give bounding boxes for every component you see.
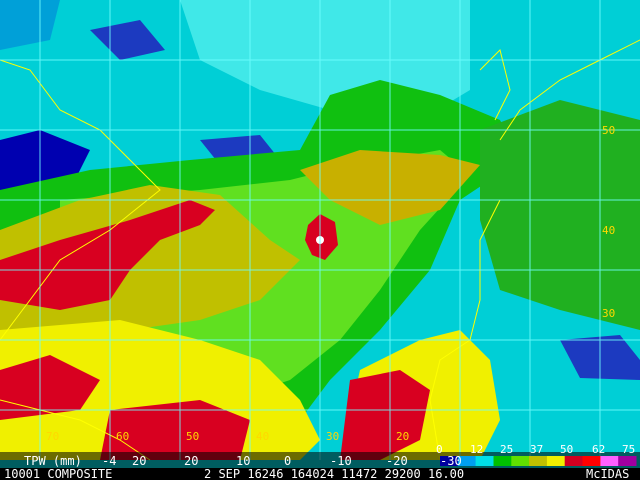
status-center: 2 SEP 16246 164024 11472 29200 16.00: [204, 467, 464, 480]
colorbar-swatch: [582, 456, 601, 466]
colorbar-swatch: [511, 456, 530, 466]
colorbar-swatch: [546, 456, 566, 466]
lon-label: 30: [326, 430, 339, 443]
colorbar-tick: 62: [592, 443, 605, 456]
lon-label: 70: [46, 430, 59, 443]
colorbar-swatch: [529, 456, 548, 466]
colorbar-tick: 75: [622, 443, 635, 456]
colorbar-text: 20: [132, 454, 146, 468]
lat-label: 40: [602, 224, 615, 237]
colorbar-swatch: [475, 456, 494, 466]
lon-label: 20: [396, 430, 409, 443]
tpw-map: 70 60 50 40 30 20 50 40 30 TPW (mm) -4 2…: [0, 0, 640, 480]
colorbar-tick: 0: [436, 443, 443, 456]
colorbar-text: 10: [236, 454, 250, 468]
colorbar-tick: 12: [470, 443, 483, 456]
lon-label: 50: [186, 430, 199, 443]
lon-label: 40: [256, 430, 269, 443]
lat-label: 50: [602, 124, 615, 137]
colorbar-title: TPW (mm): [24, 454, 82, 468]
lat-label: 30: [602, 307, 615, 320]
colorbar-text: 0: [284, 454, 291, 468]
colorbar-swatch: [564, 456, 583, 466]
colorbar-text: -30: [440, 454, 462, 468]
colorbar-tick: 50: [560, 443, 573, 456]
colorbar-swatches: [440, 456, 637, 466]
status-right: McIDAS: [586, 467, 629, 480]
status-left: 10001 COMPOSITE: [4, 467, 112, 480]
colorbar-text: 20: [184, 454, 198, 468]
colorbar-tick: 25: [500, 443, 513, 456]
colorbar-text: -4: [102, 454, 116, 468]
lon-label: 60: [116, 430, 129, 443]
colorbar-swatch: [600, 456, 619, 466]
colorbar-text: -20: [386, 454, 408, 468]
colorbar-tick: 37: [530, 443, 543, 456]
colorbar-text: -10: [330, 454, 352, 468]
colorbar-swatch: [493, 456, 512, 466]
colorbar-swatch: [618, 456, 637, 466]
